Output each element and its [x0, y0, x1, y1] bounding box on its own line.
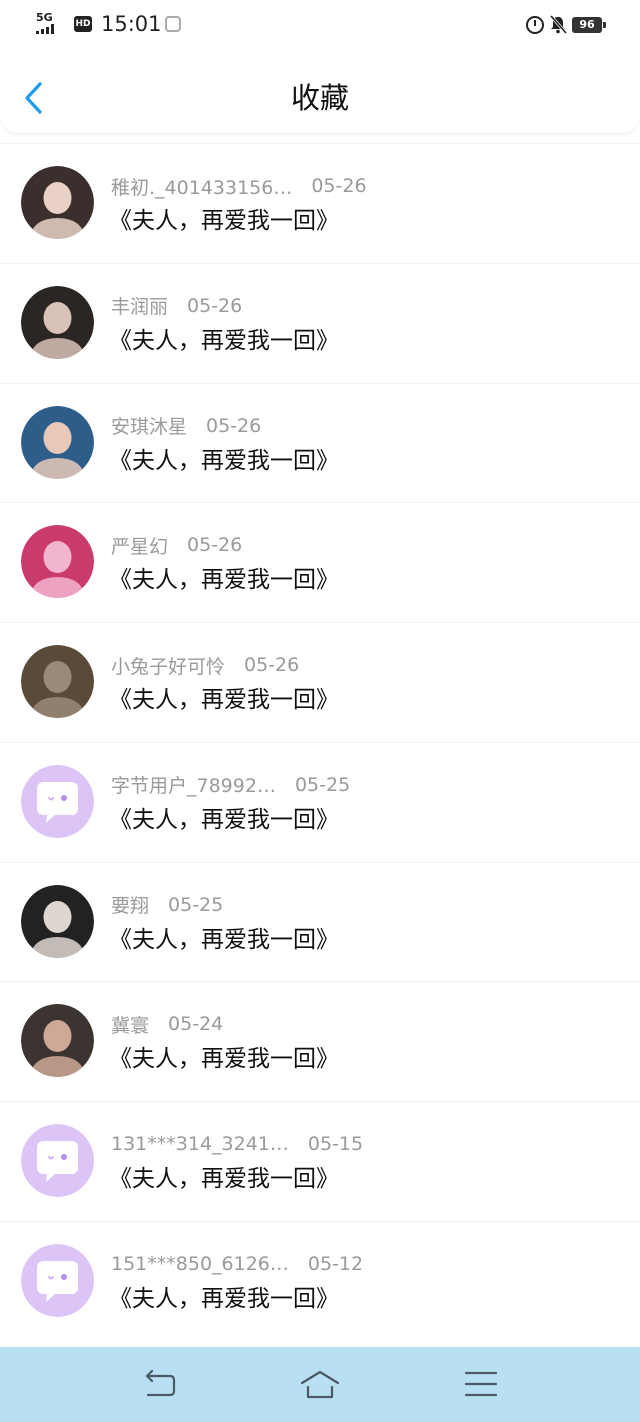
- nav-back-icon: [145, 1369, 176, 1397]
- user-photo-icon: [21, 884, 94, 958]
- list-item[interactable]: 稚初._401433156… 05-26 《夫人，再爱我一回》: [0, 143, 640, 263]
- username[interactable]: 冀寰: [111, 1011, 149, 1038]
- favorite-title[interactable]: 《夫人，再爱我一回》: [109, 1281, 339, 1317]
- avatar[interactable]: [21, 1243, 94, 1317]
- nav-back-button[interactable]: [139, 1367, 179, 1403]
- user-photo-icon: [21, 645, 94, 718]
- favorite-title[interactable]: 《夫人，再爱我一回》: [109, 203, 339, 239]
- divider: [0, 1220, 640, 1222]
- avatar[interactable]: [21, 764, 94, 838]
- username[interactable]: 字节用户_78992…: [111, 771, 276, 798]
- item-date: 05-26: [311, 175, 367, 197]
- clock: 15:01: [101, 12, 162, 36]
- battery-icon: 96: [572, 17, 606, 33]
- status-bar: 5G HD 15:01 96: [0, 0, 640, 50]
- username[interactable]: 要翔: [111, 891, 149, 918]
- avatar[interactable]: [21, 285, 94, 359]
- page-title: 收藏: [290, 81, 349, 115]
- favorite-title[interactable]: 《夫人，再爱我一回》: [109, 1161, 339, 1197]
- avatar[interactable]: [21, 405, 94, 479]
- item-date: 05-26: [206, 414, 262, 437]
- username[interactable]: 丰润丽: [111, 292, 168, 319]
- username[interactable]: 严星幻: [111, 532, 168, 559]
- list-item[interactable]: 小兔子好可怜 05-26 《夫人，再爱我一回》: [0, 622, 640, 742]
- system-nav-bar: [0, 1347, 640, 1422]
- favorite-title[interactable]: 《夫人，再爱我一回》: [109, 1041, 339, 1077]
- item-date: 05-26: [244, 654, 300, 676]
- divider: [0, 262, 640, 264]
- divider: [0, 981, 640, 983]
- hd-badge: HD: [74, 16, 92, 32]
- top-header: 5G HD 15:01 96 收藏: [0, 0, 640, 133]
- favorite-title[interactable]: 《夫人，再爱我一回》: [109, 922, 339, 958]
- favorites-list: 稚初._401433156… 05-26 《夫人，再爱我一回》 丰润丽 05-26 《夫人…: [0, 143, 640, 1341]
- divider: [0, 1101, 640, 1102]
- username[interactable]: 安琪沐星: [111, 412, 187, 439]
- avatar[interactable]: [21, 884, 94, 958]
- list-item[interactable]: 安琪沐星 05-26 《夫人，再爱我一回》: [0, 382, 640, 503]
- item-meta: 丰润丽 05-26: [111, 292, 242, 320]
- nav-menu-icon: [464, 1371, 498, 1397]
- divider: [0, 502, 640, 504]
- divider: [0, 861, 640, 863]
- list-item[interactable]: 丰润丽 05-26 《夫人，再爱我一回》: [0, 262, 640, 383]
- nav-home-icon: [300, 1370, 340, 1399]
- alarm-icon: [526, 16, 544, 34]
- item-meta: 稚初._401433156… 05-26: [111, 172, 367, 200]
- item-meta: 冀寰 05-24: [111, 1010, 223, 1038]
- divider: [0, 741, 640, 743]
- user-photo-icon: [21, 525, 94, 599]
- avatar[interactable]: [21, 1004, 94, 1078]
- item-date: 05-25: [168, 893, 224, 916]
- username[interactable]: 小兔子好可怜: [111, 652, 225, 679]
- avatar[interactable]: [21, 1124, 94, 1197]
- list-item[interactable]: 冀寰 05-24 《夫人，再爱我一回》: [0, 981, 640, 1101]
- item-meta: 严星幻 05-26: [111, 531, 242, 559]
- item-date: 05-24: [168, 1013, 224, 1036]
- avatar[interactable]: [21, 166, 94, 239]
- network-type: 5G: [36, 11, 53, 24]
- item-meta: 要翔 05-25: [111, 891, 223, 919]
- item-meta: 小兔子好可怜 05-26: [111, 651, 299, 679]
- item-meta: 151***850_6126… 05-12: [111, 1250, 363, 1278]
- user-photo-icon: [21, 166, 94, 239]
- favorite-title[interactable]: 《夫人，再爱我一回》: [109, 323, 339, 359]
- username[interactable]: 稚初._401433156…: [111, 173, 292, 200]
- user-photo-icon: [21, 405, 94, 479]
- chat-bubble-icon: [21, 1124, 94, 1197]
- bell-off-icon: [549, 15, 567, 34]
- divider: [0, 382, 640, 384]
- avatar[interactable]: [21, 525, 94, 599]
- list-item[interactable]: 字节用户_78992… 05-25 《夫人，再爱我一回》: [0, 741, 640, 862]
- item-meta: 131***314_3241… 05-15: [111, 1130, 363, 1158]
- favorite-title[interactable]: 《夫人，再爱我一回》: [109, 682, 339, 718]
- username[interactable]: 151***850_6126…: [111, 1253, 289, 1275]
- list-item[interactable]: 131***314_3241… 05-15 《夫人，再爱我一回》: [0, 1101, 640, 1221]
- list-item[interactable]: 151***850_6126… 05-12 《夫人，再爱我一回》: [0, 1220, 640, 1341]
- list-item[interactable]: 要翔 05-25 《夫人，再爱我一回》: [0, 861, 640, 982]
- item-date: 05-25: [294, 773, 351, 796]
- nav-home-button[interactable]: [300, 1367, 340, 1403]
- chat-bubble-icon: [21, 764, 94, 838]
- divider: [0, 143, 640, 144]
- favorite-title[interactable]: 《夫人，再爱我一回》: [109, 802, 339, 838]
- chat-bubble-icon: [21, 1243, 94, 1317]
- signal-icon: [36, 24, 54, 34]
- item-date: 05-12: [307, 1252, 364, 1275]
- item-date: 05-15: [307, 1133, 364, 1155]
- username[interactable]: 131***314_3241…: [111, 1133, 289, 1155]
- item-meta: 字节用户_78992… 05-25: [111, 771, 350, 799]
- divider: [0, 622, 640, 623]
- favorite-title[interactable]: 《夫人，再爱我一回》: [109, 562, 339, 598]
- item-date: 05-26: [187, 294, 243, 317]
- user-photo-icon: [21, 285, 94, 359]
- item-meta: 安琪沐星 05-26: [111, 412, 261, 440]
- avatar[interactable]: [21, 645, 94, 718]
- list-item[interactable]: 严星幻 05-26 《夫人，再爱我一回》: [0, 502, 640, 622]
- favorite-title[interactable]: 《夫人，再爱我一回》: [109, 443, 339, 479]
- notification-icon: [165, 16, 181, 32]
- item-date: 05-26: [187, 534, 243, 557]
- nav-menu-button[interactable]: [461, 1367, 501, 1403]
- user-photo-icon: [21, 1004, 94, 1078]
